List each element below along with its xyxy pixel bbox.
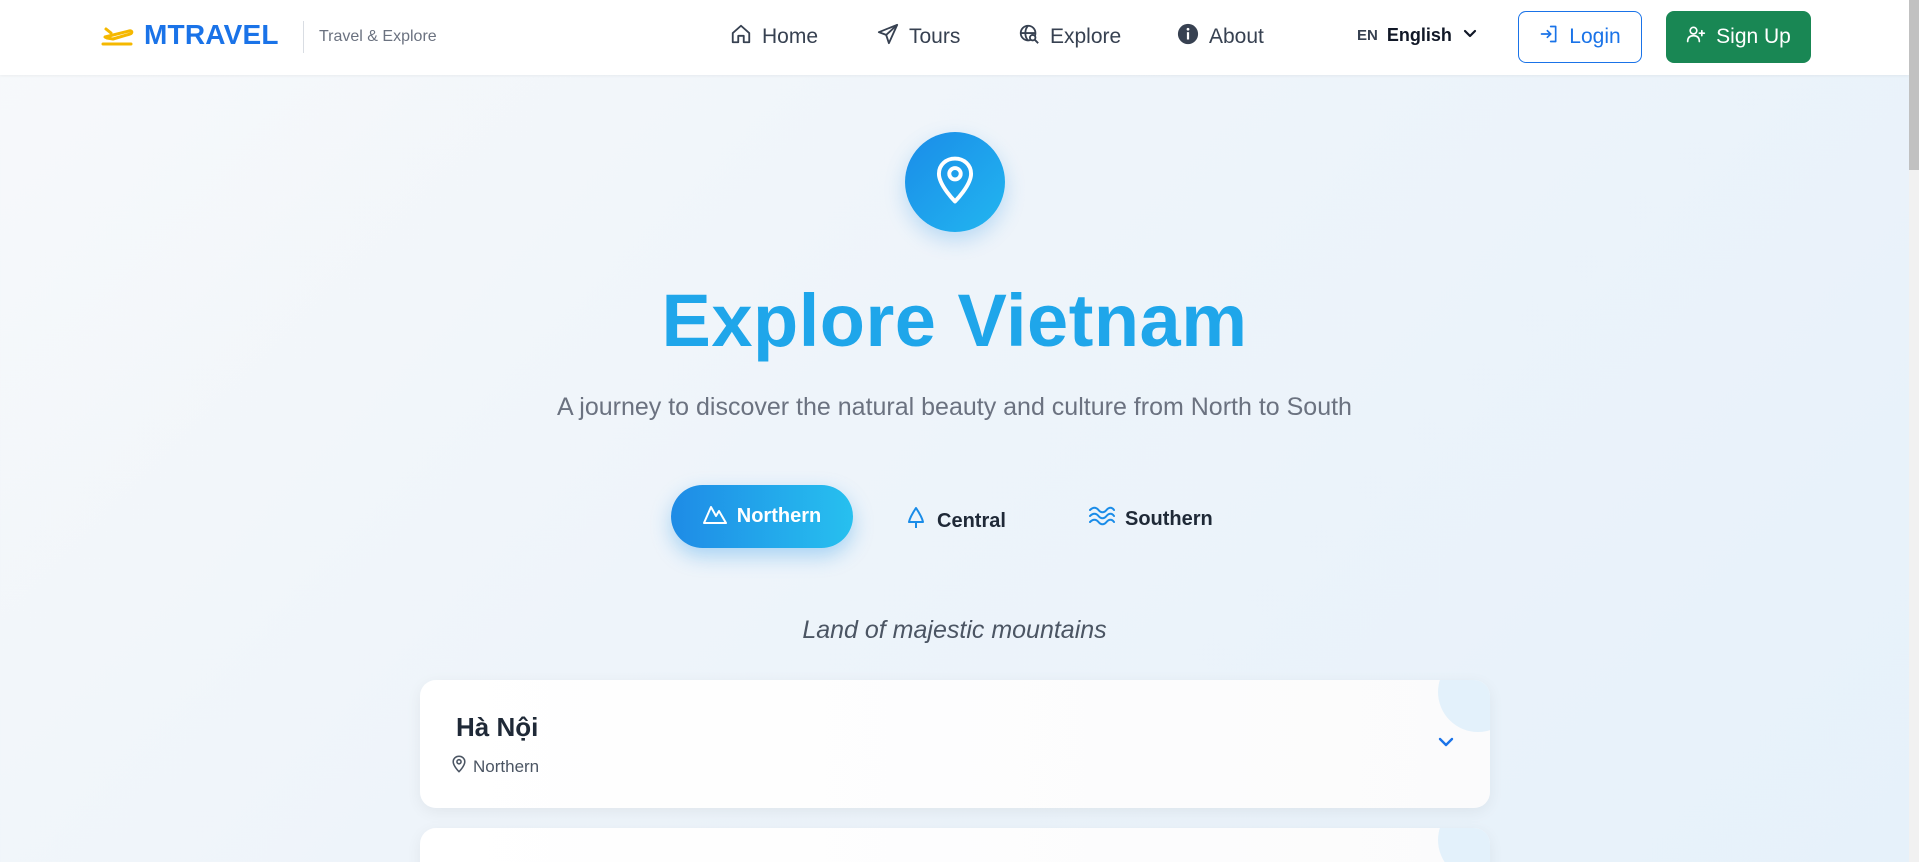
tab-central[interactable]: Central (905, 506, 1006, 536)
login-icon (1539, 24, 1569, 50)
signup-label: Sign Up (1716, 25, 1791, 48)
language-code: EN (1357, 27, 1378, 44)
language-name: English (1386, 25, 1452, 45)
destination-region: Northern (451, 755, 539, 778)
tab-southern-label: Southern (1125, 507, 1213, 530)
globe-search-icon (1018, 23, 1050, 51)
login-button[interactable]: Login (1518, 11, 1642, 63)
chevron-down-icon[interactable] (1436, 732, 1456, 757)
nav-explore-label: Explore (1050, 25, 1122, 48)
hero-map-pin (905, 132, 1005, 232)
tree-icon (905, 506, 937, 536)
send-icon (877, 23, 909, 51)
tab-northern-label: Northern (736, 505, 822, 527)
nav-tours[interactable]: Tours (877, 23, 960, 51)
destination-card[interactable]: Hà Nội Northern (420, 680, 1490, 808)
brand-logo[interactable]: MTRAVEL (100, 17, 279, 53)
nav-about-label: About (1209, 25, 1264, 48)
tab-northern[interactable]: Northern (671, 485, 853, 548)
top-navbar: MTRAVEL Travel & Explore Home Tours Expl… (0, 0, 1909, 75)
info-icon (1177, 23, 1209, 51)
tab-central-label: Central (937, 509, 1006, 532)
destination-card[interactable] (420, 828, 1490, 862)
brand-divider (303, 21, 304, 53)
scrollbar[interactable] (1909, 0, 1919, 862)
mountain-icon (702, 503, 737, 531)
tab-southern[interactable]: Southern (1089, 506, 1213, 532)
nav-home-label: Home (762, 25, 819, 48)
map-pin-icon (451, 755, 473, 778)
waves-icon (1089, 506, 1125, 532)
region-caption: Land of majestic mountains (802, 616, 1107, 644)
signup-button[interactable]: Sign Up (1666, 11, 1811, 63)
scrollbar-thumb[interactable] (1909, 0, 1919, 170)
login-label: Login (1569, 25, 1621, 48)
page-subtitle: A journey to discover the natural beauty… (557, 393, 1352, 421)
plane-icon (100, 17, 136, 53)
card-decoration (1438, 828, 1490, 862)
chevron-down-icon (1462, 25, 1478, 46)
nav-home[interactable]: Home (730, 23, 818, 51)
page-title: Explore Vietnam (661, 279, 1248, 362)
destination-name: Hà Nội (456, 712, 539, 742)
brand-tagline: Travel & Explore (319, 28, 437, 45)
nav-about[interactable]: About (1177, 23, 1264, 51)
language-selector[interactable]: EN English (1357, 25, 1478, 46)
nav-explore[interactable]: Explore (1018, 23, 1121, 51)
home-icon (730, 23, 762, 51)
brand-name: MTRAVEL (144, 19, 279, 50)
destination-region-label: Northern (473, 756, 540, 776)
user-plus-icon (1686, 24, 1716, 50)
map-pin-icon (933, 155, 977, 210)
nav-tours-label: Tours (909, 25, 961, 48)
card-decoration (1438, 680, 1490, 732)
